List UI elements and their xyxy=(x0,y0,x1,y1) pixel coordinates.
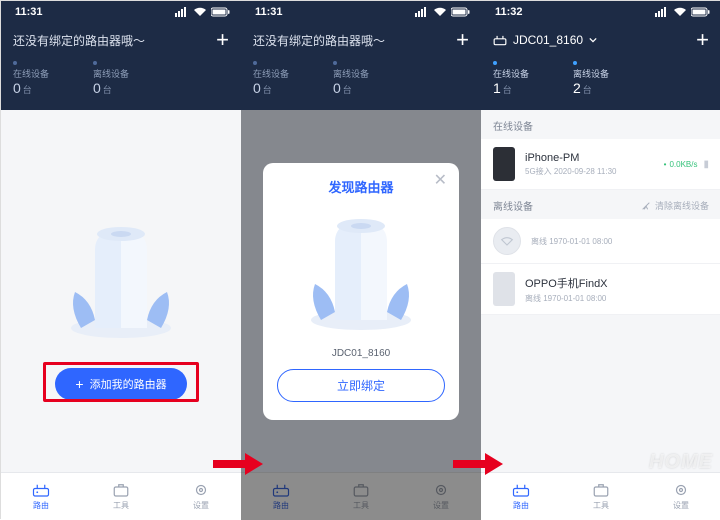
status-icons xyxy=(655,7,711,17)
router-illustration xyxy=(291,202,431,342)
header-title: 还没有绑定的路由器哦～ xyxy=(13,32,145,49)
tutorial-highlight-box xyxy=(43,362,199,402)
screen-2: 11:31 还没有绑定的路由器哦～ + 在线设备 0台 离线设备 xyxy=(241,1,481,520)
tutorial-arrow-1 xyxy=(211,451,265,477)
modal-title: 发现路由器 xyxy=(277,177,445,196)
add-icon[interactable]: + xyxy=(456,29,469,51)
modal-device-name: JDC01_8160 xyxy=(277,348,445,359)
body-device-list: 在线设备 iPhone-PM 5G接入 2020-09-28 11:30 • 0… xyxy=(481,110,720,472)
body-empty: + 添加我的路由器 xyxy=(1,110,241,472)
tab-bar: 路由 工具 设置 xyxy=(241,472,481,520)
tab-router[interactable]: 路由 xyxy=(241,473,321,520)
screen-1: 11:31 还没有绑定的路由器哦～ + 在线设备 0台 离线设备 xyxy=(1,1,241,520)
device-rate: • 0.0KB/s ▮ xyxy=(664,159,709,170)
chevron-down-icon xyxy=(589,36,597,44)
status-bar: 11:32 xyxy=(481,1,720,23)
stat-online: 在线设备 0台 xyxy=(253,61,333,96)
tab-settings[interactable]: 设置 xyxy=(641,473,720,520)
modal-overlay[interactable]: 发现路由器 ✕ JDC01_8160 xyxy=(241,110,481,472)
header-dark: JDC01_8160 + 在线设备 1台 离线设备 2台 xyxy=(481,23,720,110)
device-sub: 5G接入 2020-09-28 11:30 xyxy=(525,166,654,177)
status-time: 11:31 xyxy=(255,6,283,18)
broom-icon xyxy=(641,201,651,211)
router-title[interactable]: JDC01_8160 xyxy=(493,33,597,47)
tab-settings[interactable]: 设置 xyxy=(161,473,241,520)
phone-icon xyxy=(493,147,515,181)
router-device-icon xyxy=(493,227,521,255)
router-illustration xyxy=(51,210,191,350)
stat-offline: 离线设备 0台 xyxy=(93,61,173,96)
header-title: 还没有绑定的路由器哦～ xyxy=(253,32,385,49)
header-dark: 还没有绑定的路由器哦～ + 在线设备 0台 离线设备 0台 xyxy=(1,23,241,110)
add-icon[interactable]: + xyxy=(216,29,229,51)
section-offline-title: 离线设备 xyxy=(481,190,629,219)
status-time: 11:32 xyxy=(495,6,523,18)
signal-icon: ▮ xyxy=(703,159,709,170)
status-icons xyxy=(175,7,231,17)
clear-offline-button[interactable]: 清除离线设备 xyxy=(629,193,720,216)
stat-online[interactable]: 在线设备 1台 xyxy=(493,61,573,96)
close-icon[interactable]: ✕ xyxy=(434,173,447,189)
stat-offline: 离线设备 0台 xyxy=(333,61,413,96)
device-sub: 离线 1970-01-01 08:00 xyxy=(531,236,709,247)
stat-online: 在线设备 0台 xyxy=(13,61,93,96)
discover-router-modal: 发现路由器 ✕ JDC01_8160 xyxy=(263,163,459,420)
device-name: OPPO手机FindX xyxy=(525,275,709,291)
stat-offline[interactable]: 离线设备 2台 xyxy=(573,61,653,96)
device-name: iPhone-PM xyxy=(525,152,654,164)
screen-3: 11:32 JDC01_8160 + 在线设备 1台 xyxy=(481,1,720,520)
tab-tools[interactable]: 工具 xyxy=(561,473,641,520)
tab-bar: 路由 工具 设置 xyxy=(1,472,241,520)
status-bar: 11:31 xyxy=(241,1,481,23)
device-row-online[interactable]: iPhone-PM 5G接入 2020-09-28 11:30 • 0.0KB/… xyxy=(481,139,720,190)
status-icons xyxy=(415,7,471,17)
tab-bar: 路由 工具 设置 xyxy=(481,472,720,520)
tab-router[interactable]: 路由 xyxy=(481,473,561,520)
bind-now-button[interactable]: 立即绑定 xyxy=(277,369,445,402)
device-row-offline[interactable]: OPPO手机FindX 离线 1970-01-01 08:00 xyxy=(481,264,720,315)
router-icon xyxy=(493,34,507,46)
add-icon[interactable]: + xyxy=(696,29,709,51)
section-online-title: 在线设备 xyxy=(481,110,720,139)
tab-tools[interactable]: 工具 xyxy=(321,473,401,520)
tab-router[interactable]: 路由 xyxy=(1,473,81,520)
header-stats: 在线设备 0台 离线设备 0台 xyxy=(13,61,229,96)
body-with-overlay: 发现路由器 ✕ JDC01_8160 xyxy=(241,110,481,472)
device-row-offline[interactable]: 离线 1970-01-01 08:00 xyxy=(481,219,720,264)
header-dark: 还没有绑定的路由器哦～ + 在线设备 0台 离线设备 0台 xyxy=(241,23,481,110)
device-sub: 离线 1970-01-01 08:00 xyxy=(525,293,709,304)
status-time: 11:31 xyxy=(15,6,43,18)
tab-tools[interactable]: 工具 xyxy=(81,473,161,520)
status-bar: 11:31 xyxy=(1,1,241,23)
phone-icon xyxy=(493,272,515,306)
tutorial-arrow-2 xyxy=(451,451,505,477)
tab-settings[interactable]: 设置 xyxy=(401,473,481,520)
